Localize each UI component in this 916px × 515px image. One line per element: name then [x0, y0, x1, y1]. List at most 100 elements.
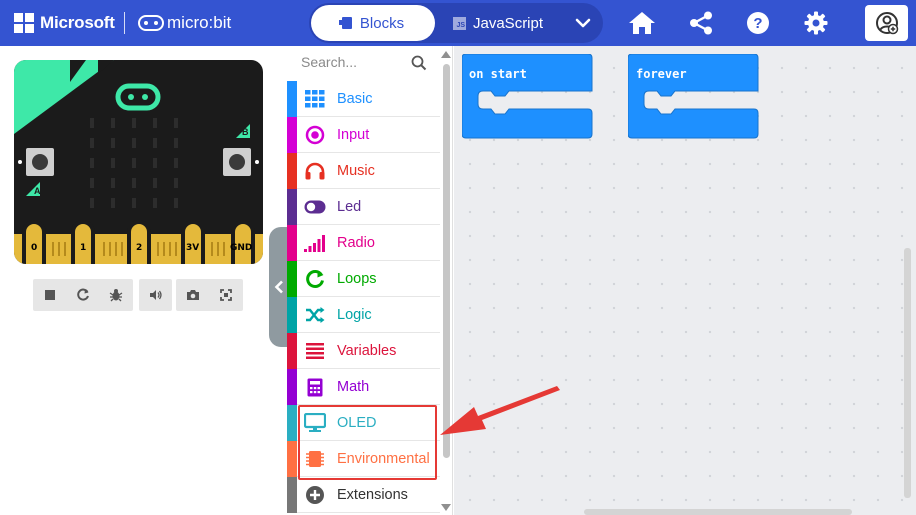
help-button[interactable]: ? [743, 8, 773, 38]
category-math[interactable]: Math [287, 369, 440, 405]
annotation-arrow-icon [440, 386, 560, 435]
grid-icon [304, 88, 326, 110]
category-extensions-label: Extensions [337, 487, 408, 503]
simulator-controls-main [33, 279, 133, 311]
tab-javascript-label: JavaScript [473, 14, 544, 32]
top-bar: Microsoft micro:bit Blocks JS JavaScript… [0, 0, 916, 46]
speaker-icon [149, 290, 162, 300]
camera-icon [186, 290, 199, 300]
signal-bars-icon [304, 232, 326, 254]
category-music[interactable]: Music [287, 153, 440, 189]
debug-button[interactable] [105, 284, 127, 306]
annotation-highlight-box [298, 405, 437, 480]
category-input-label: Input [337, 127, 370, 143]
category-variables-label: Variables [337, 343, 397, 359]
fullscreen-icon [220, 289, 233, 301]
header-divider [124, 12, 125, 34]
microsoft-brand[interactable]: Microsoft [40, 13, 115, 33]
workspace-horizontal-scrollbar[interactable] [584, 509, 852, 515]
search-icon [411, 55, 427, 71]
tab-blocks[interactable]: Blocks [311, 5, 435, 41]
category-led[interactable]: Led [287, 189, 440, 225]
category-music-label: Music [337, 163, 375, 179]
tab-javascript[interactable]: JS JavaScript [453, 5, 563, 41]
category-logic-stripe [287, 297, 297, 333]
microbit-board-graphic [14, 60, 263, 264]
category-basic-stripe [287, 81, 297, 117]
category-environmental-stripe [287, 441, 297, 477]
pin-3v-label: 3V [186, 243, 200, 253]
microsoft-logo-icon [14, 13, 34, 33]
pin-2-label: 2 [136, 243, 143, 253]
category-loops[interactable]: Loops [287, 261, 440, 297]
category-basic[interactable]: Basic [287, 81, 440, 117]
help-icon: ? [747, 12, 769, 34]
calculator-icon [304, 376, 326, 398]
category-led-stripe [287, 189, 297, 225]
category-variables-stripe [287, 333, 297, 369]
headphones-icon [304, 160, 326, 182]
share-button[interactable] [686, 8, 716, 38]
category-loops-stripe [287, 261, 297, 297]
screenshot-button[interactable] [182, 284, 204, 306]
tab-blocks-label: Blocks [359, 14, 405, 32]
simulator-panel: A B 0 1 2 3V GND [0, 46, 287, 515]
language-dropdown-button[interactable] [565, 5, 601, 41]
home-icon [629, 12, 655, 34]
pin-0-label: 0 [31, 243, 38, 253]
chevron-down-icon [575, 18, 591, 28]
category-math-label: Math [337, 379, 370, 395]
category-radio[interactable]: Radio [287, 225, 440, 261]
workspace-vertical-scrollbar[interactable] [904, 248, 911, 498]
category-logic-label: Logic [337, 307, 372, 323]
restart-button[interactable] [72, 284, 94, 306]
microbit-logo-icon [138, 15, 164, 31]
restart-icon [77, 288, 89, 301]
category-logic[interactable]: Logic [287, 297, 440, 333]
settings-button[interactable] [801, 8, 831, 38]
microbit-simulator-board[interactable]: A B 0 1 2 3V GND [14, 60, 263, 264]
account-button[interactable] [865, 5, 908, 41]
scroll-down-arrow-icon[interactable] [441, 504, 451, 511]
button-a-label: A [34, 186, 41, 196]
fullscreen-button[interactable] [215, 284, 237, 306]
category-input[interactable]: Input [287, 117, 440, 153]
lines-icon [304, 340, 326, 362]
category-variables[interactable]: Variables [287, 333, 440, 369]
category-extensions[interactable]: Extensions [287, 477, 440, 513]
collapse-simulator-button[interactable] [269, 227, 288, 347]
forever-block-label: forever [636, 67, 687, 81]
settings-icon [804, 11, 828, 35]
share-icon [690, 11, 712, 35]
category-music-stripe [287, 153, 297, 189]
bug-icon [109, 289, 123, 302]
on-start-block-label: on start [469, 67, 527, 81]
category-radio-stripe [287, 225, 297, 261]
radio-button-icon [304, 124, 326, 146]
mute-button[interactable] [145, 284, 167, 306]
toolbox-search [287, 46, 440, 81]
home-button[interactable] [627, 8, 657, 38]
editor-mode-toggle: Blocks JS JavaScript [309, 3, 603, 43]
category-oled-stripe [287, 405, 297, 441]
shuffle-icon [304, 304, 326, 326]
simulator-controls-view [176, 279, 243, 311]
pin-gnd-label: GND [230, 243, 253, 253]
chevron-left-icon [274, 280, 283, 294]
refresh-icon [304, 268, 326, 290]
search-input[interactable] [301, 54, 411, 70]
microbit-brand[interactable]: micro:bit [167, 13, 231, 33]
category-input-stripe [287, 117, 297, 153]
category-extensions-stripe [287, 477, 297, 513]
plus-circle-icon [304, 484, 326, 506]
category-radio-label: Radio [337, 235, 375, 251]
stop-button[interactable] [39, 284, 61, 306]
category-led-label: Led [337, 199, 362, 215]
scroll-up-arrow-icon[interactable] [441, 51, 451, 58]
svg-text:?: ? [753, 15, 762, 32]
category-loops-label: Loops [337, 271, 377, 287]
stop-icon [44, 290, 55, 300]
simulator-controls-sound [139, 279, 172, 311]
toggle-icon [304, 196, 326, 218]
user-icon [875, 12, 898, 35]
